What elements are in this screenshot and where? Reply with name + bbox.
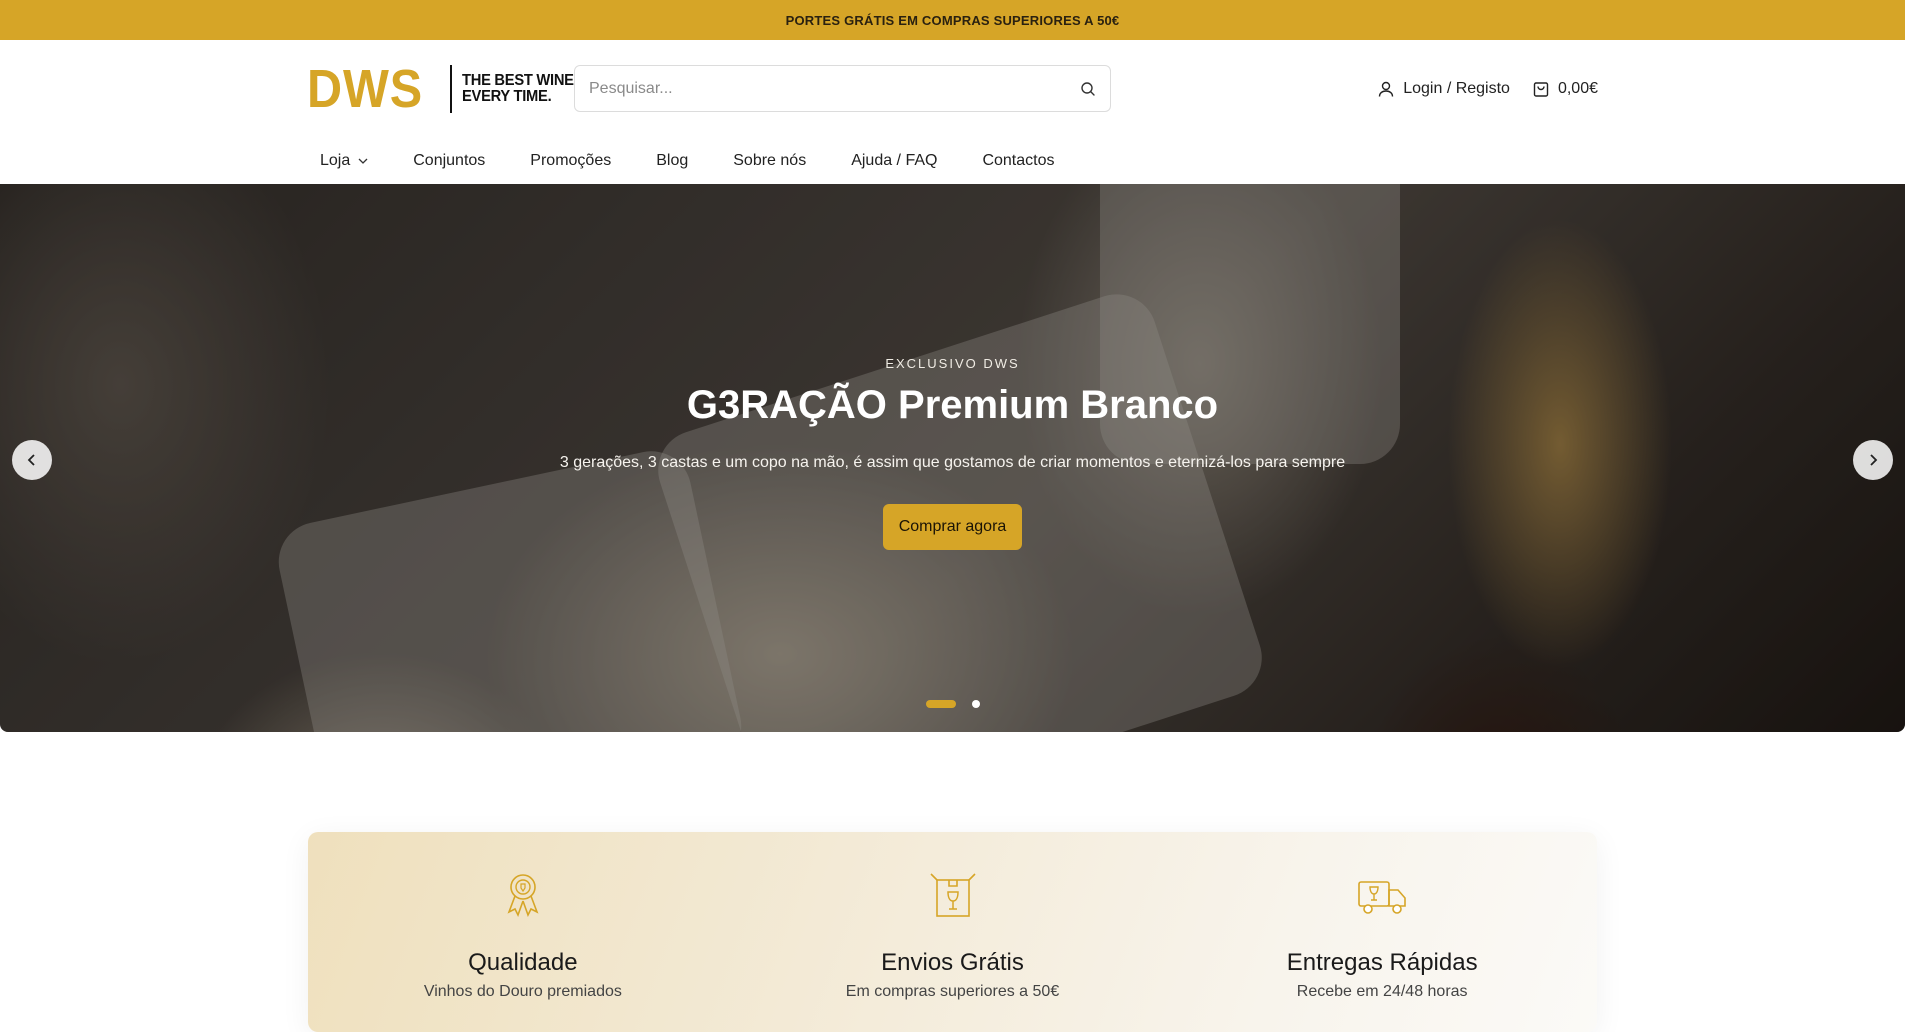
feature-title: Qualidade	[468, 949, 578, 976]
nav-label: Blog	[656, 151, 689, 169]
nav-label: Sobre nós	[733, 151, 807, 169]
logo-mark: DWS	[307, 58, 424, 119]
hero-eyebrow: EXCLUSIVO DWS	[885, 356, 1020, 371]
chevron-right-icon	[1870, 454, 1878, 466]
logo-tagline: THE BEST WINE EVERY TIME.	[461, 71, 574, 105]
chevron-left-icon	[27, 454, 35, 466]
site-logo[interactable]: DWS THE BEST WINE EVERY TIME.	[307, 58, 583, 119]
header-actions: Login / Registo 0,00€	[1377, 40, 1598, 137]
nav-label: Ajuda / FAQ	[851, 151, 938, 169]
main-nav: Loja Conjuntos Promoções Blog Sobre nós …	[0, 137, 1905, 184]
search-bar	[574, 65, 1111, 112]
slider-dot-2[interactable]	[971, 700, 980, 708]
hero-slider: EXCLUSIVO DWS G3RAÇÃO Premium Branco 3 g…	[0, 184, 1905, 732]
cart-total: 0,00€	[1557, 79, 1598, 97]
nav-label: Conjuntos	[413, 151, 486, 169]
nav-label: Promoções	[530, 151, 612, 169]
feature-desc: Vinhos do Douro premiados	[423, 983, 622, 1000]
feature-desc: Em compras superiores a 50€	[845, 983, 1060, 1000]
slider-next-button[interactable]	[1853, 440, 1893, 480]
feature-free-shipping: Envios Grátis Em compras superiores a 50…	[738, 832, 1168, 1032]
shop-now-button[interactable]: Comprar agora	[882, 504, 1023, 550]
award-ribbon-icon	[507, 874, 539, 918]
hero-subtitle: 3 gerações, 3 castas e um copo na mão, é…	[559, 454, 1346, 471]
wine-box-icon	[929, 873, 976, 917]
delivery-truck-icon	[1358, 881, 1406, 914]
slider-dots	[0, 700, 1905, 708]
logo-tagline-line2: EVERY TIME.	[461, 87, 552, 105]
hero-content: EXCLUSIVO DWS G3RAÇÃO Premium Branco 3 g…	[0, 356, 1905, 550]
search-input[interactable]	[589, 79, 1080, 98]
chevron-down-icon	[358, 158, 368, 164]
features-panel: Qualidade Vinhos do Douro premiados Envi…	[308, 832, 1597, 1032]
search-icon[interactable]	[1080, 81, 1096, 97]
logo-divider	[449, 64, 452, 113]
logo-tagline-line1: THE BEST WINE	[461, 71, 574, 89]
nav-item-sobre-nos[interactable]: Sobre nós	[733, 152, 806, 170]
feature-desc: Recebe em 24/48 horas	[1296, 983, 1468, 1000]
slider-dot-1[interactable]	[925, 700, 956, 708]
nav-item-contactos[interactable]: Contactos	[982, 152, 1054, 170]
nav-item-promocoes[interactable]: Promoções	[530, 152, 611, 170]
announcement-text: PORTES GRÁTIS EM COMPRAS SUPERIORES A 50…	[785, 12, 1120, 28]
nav-item-ajuda-faq[interactable]: Ajuda / FAQ	[851, 152, 937, 170]
nav-label: Contactos	[982, 151, 1055, 169]
nav-item-loja[interactable]: Loja	[320, 152, 368, 170]
feature-quality: Qualidade Vinhos do Douro premiados	[308, 832, 738, 1032]
slider-prev-button[interactable]	[12, 440, 52, 480]
feature-title: Entregas Rápidas	[1286, 949, 1478, 976]
nav-item-blog[interactable]: Blog	[656, 152, 688, 170]
feature-title: Envios Grátis	[881, 949, 1024, 976]
shopping-bag-icon	[1533, 81, 1549, 97]
feature-fast-delivery: Entregas Rápidas Recebe em 24/48 horas	[1167, 832, 1597, 1032]
site-header: DWS THE BEST WINE EVERY TIME. Login / Re…	[0, 40, 1905, 137]
cart-link[interactable]: 0,00€	[1532, 80, 1598, 98]
user-icon	[1379, 81, 1394, 97]
nav-item-conjuntos[interactable]: Conjuntos	[413, 152, 485, 170]
announcement-bar: PORTES GRÁTIS EM COMPRAS SUPERIORES A 50…	[0, 0, 1905, 40]
hero-title: G3RAÇÃO Premium Branco	[686, 383, 1219, 427]
login-link[interactable]: Login / Registo	[1377, 80, 1510, 98]
nav-label: Loja	[320, 151, 351, 169]
login-label: Login / Registo	[1403, 79, 1510, 97]
